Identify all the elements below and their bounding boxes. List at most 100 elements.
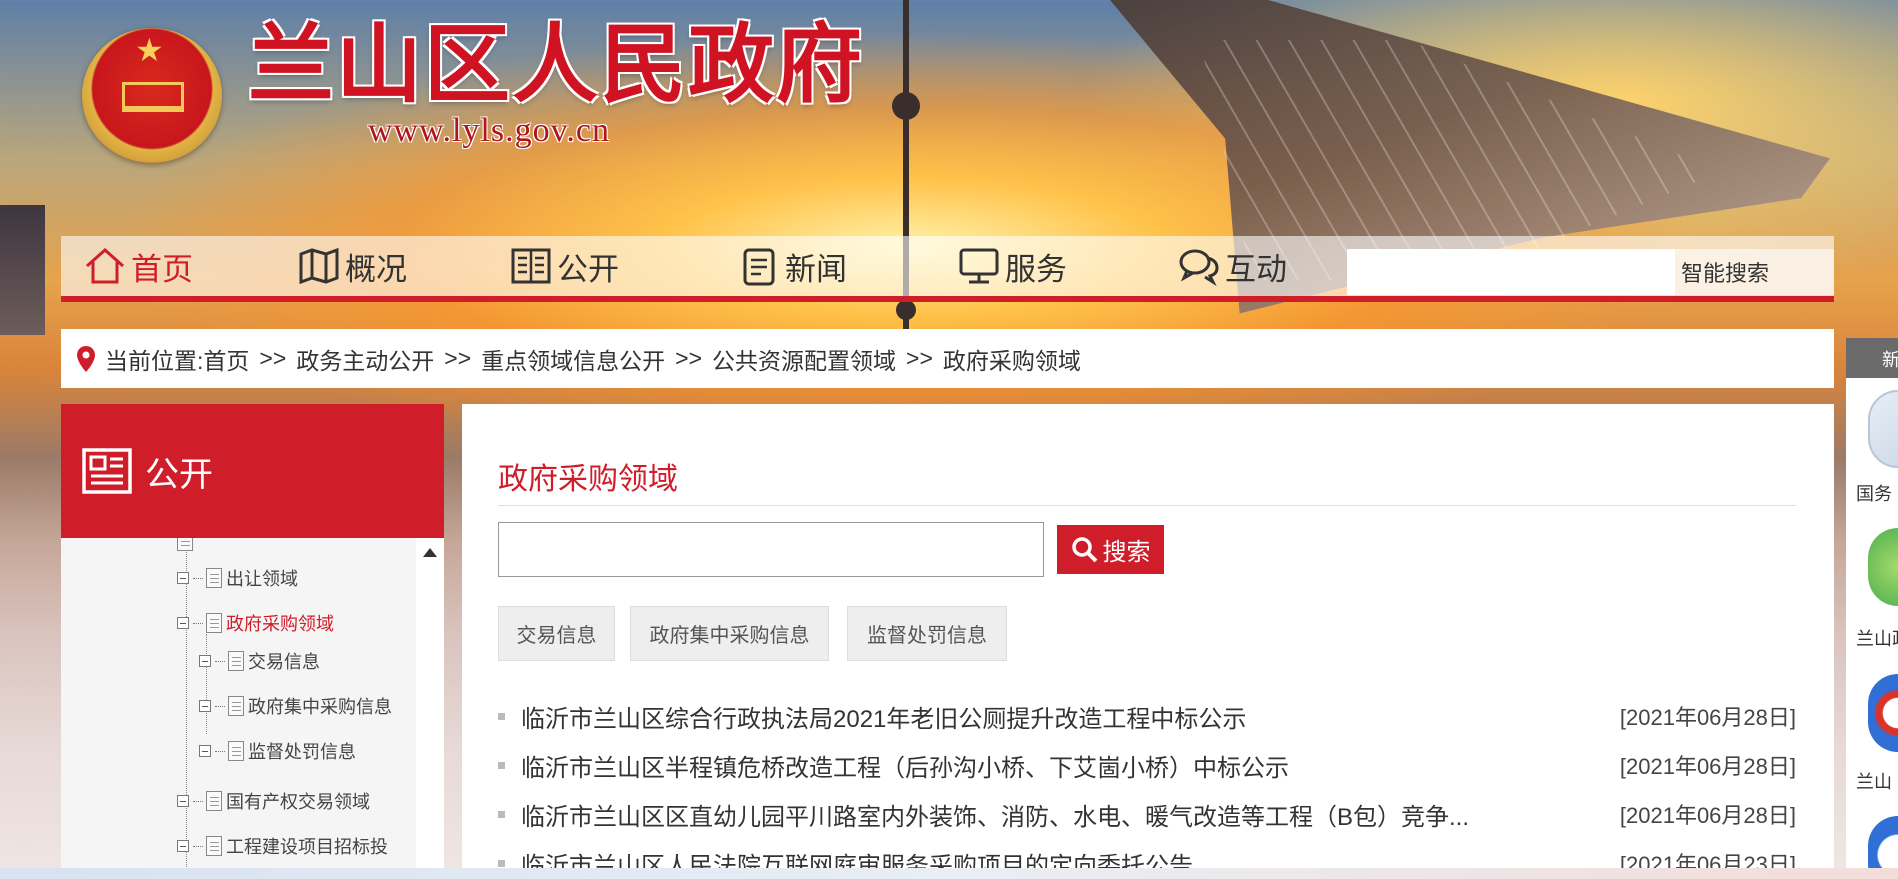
main-nav: 首页 概况 公开 新闻 服务 互动 智能搜索 xyxy=(61,236,1834,302)
category-button-supervision[interactable]: 监督处罚信息 xyxy=(847,606,1007,661)
tree-node-label: 国有产权交易领域 xyxy=(226,792,370,812)
state-council-icon[interactable] xyxy=(1868,390,1898,468)
document-icon xyxy=(228,741,244,761)
breadcrumb-separator: >> xyxy=(906,345,933,371)
document-icon xyxy=(228,651,244,671)
site-url: www.lyls.gov.cn xyxy=(368,112,610,149)
search-button-label: 搜索 xyxy=(1102,539,1151,566)
right-link-label[interactable]: 兰山政 xyxy=(1856,625,1898,651)
right-links-panel: 新 国务 兰山政 兰山 xyxy=(1846,338,1898,879)
tree-node-procurement[interactable]: 政府采购领域 xyxy=(177,608,334,638)
news-date: [2021年06月28日] xyxy=(1619,803,1796,828)
news-date: [2021年06月28日] xyxy=(1619,705,1796,730)
nav-item-home[interactable]: 首页 xyxy=(83,236,193,296)
breadcrumb: 当前位置: 首页 >> 政务主动公开 >> 重点领域信息公开 >> 公共资源配置… xyxy=(61,329,1834,388)
collapse-icon[interactable] xyxy=(199,745,211,757)
collapse-icon[interactable] xyxy=(177,840,189,852)
category-button-transactions[interactable]: 交易信息 xyxy=(498,606,615,661)
tree-node-state-assets[interactable]: 国有产权交易领域 xyxy=(177,786,370,816)
breadcrumb-link-public-resources[interactable]: 公共资源配置领域 xyxy=(712,342,896,376)
tree-node-label: 监督处罚信息 xyxy=(248,742,356,762)
weibo-icon[interactable] xyxy=(1868,674,1898,752)
breadcrumb-separator: >> xyxy=(675,345,703,371)
tree-node-centralized[interactable]: 政府集中采购信息 xyxy=(199,691,392,721)
list-bullet xyxy=(498,810,505,818)
breadcrumb-separator: >> xyxy=(259,345,287,371)
search-input[interactable] xyxy=(498,522,1044,577)
tree-node-label: 政府集中采购信息 xyxy=(248,697,392,717)
right-panel-header: 新 xyxy=(1846,338,1898,378)
emblem-gate-icon xyxy=(122,82,184,112)
right-link-label[interactable]: 兰山 xyxy=(1856,768,1892,794)
tree-node-construction[interactable]: 工程建设项目招标投 xyxy=(177,831,388,861)
tree-node-transfer[interactable]: 出让领域 xyxy=(177,563,298,593)
document-icon xyxy=(177,538,193,551)
book-icon xyxy=(509,244,553,288)
news-title-link[interactable]: 临沂市兰山区综合行政执法局2021年老旧公厕提升改造工程中标公示 xyxy=(521,699,1620,734)
collapse-icon[interactable] xyxy=(177,572,189,584)
document-icon xyxy=(206,613,222,633)
nav-item-label: 互动 xyxy=(1225,251,1287,287)
tree-scrollbar[interactable] xyxy=(416,538,444,879)
document-icon xyxy=(206,568,222,588)
smart-search-button[interactable]: 智能搜索 xyxy=(1675,249,1834,295)
breadcrumb-link-home[interactable]: 首页 xyxy=(203,342,249,376)
document-icon xyxy=(228,696,244,716)
list-bullet xyxy=(498,761,505,769)
collapse-icon[interactable] xyxy=(199,655,211,667)
emblem-star-icon: ★ xyxy=(135,31,164,69)
document-icon xyxy=(206,836,222,856)
site-title[interactable]: 兰山区人民政府 xyxy=(248,22,864,108)
news-title-link[interactable]: 临沂市兰山区半程镇危桥改造工程（后孙沟小桥、下艾崮小桥）中标公示 xyxy=(521,748,1620,783)
bottom-strip-decoration xyxy=(0,868,1898,879)
location-pin-icon xyxy=(75,345,105,373)
collapse-icon[interactable] xyxy=(177,617,189,629)
tree-node-partial xyxy=(177,538,197,556)
city-skyline-decoration xyxy=(0,205,45,335)
monitor-icon xyxy=(957,244,1001,288)
site-search-input[interactable] xyxy=(1347,249,1675,295)
collapse-icon[interactable] xyxy=(177,795,189,807)
breadcrumb-link-key-areas[interactable]: 重点领域信息公开 xyxy=(481,342,665,376)
breadcrumb-link-active-disclosure[interactable]: 政务主动公开 xyxy=(296,342,434,376)
nav-item-label: 首页 xyxy=(131,251,193,287)
nav-item-public[interactable]: 公开 xyxy=(509,236,619,296)
tv-tower-ball-decoration xyxy=(896,300,916,320)
breadcrumb-separator: >> xyxy=(444,345,472,371)
sidebar-title: 公开 xyxy=(145,455,213,494)
tree-node-transactions[interactable]: 交易信息 xyxy=(199,646,320,676)
nav-item-label: 服务 xyxy=(1005,251,1067,287)
tree-node-label: 政府采购领域 xyxy=(226,614,334,634)
right-link-label[interactable]: 国务 xyxy=(1856,480,1892,506)
collapse-icon[interactable] xyxy=(199,700,211,712)
breadcrumb-link-procurement[interactable]: 政府采购领域 xyxy=(943,342,1081,376)
tree-node-supervision[interactable]: 监督处罚信息 xyxy=(199,736,356,766)
home-icon xyxy=(83,244,127,288)
news-title-link[interactable]: 临沂市兰山区区直幼儿园平川路室内外装饰、消防、水电、暖气改造等工程（B包）竞争.… xyxy=(521,797,1620,832)
document-icon xyxy=(206,791,222,811)
page-title: 政府采购领域 xyxy=(498,463,678,496)
tree-node-label: 出让领域 xyxy=(226,569,298,589)
map-icon xyxy=(297,244,341,288)
search-button[interactable]: 搜索 xyxy=(1057,525,1164,574)
search-icon xyxy=(1071,536,1097,562)
title-divider xyxy=(498,505,1796,506)
news-list-item: 临沂市兰山区区直幼儿园平川路室内外装饰、消防、水电、暖气改造等工程（B包）竞争.… xyxy=(498,796,1796,832)
nav-item-news[interactable]: 新闻 xyxy=(737,236,847,296)
list-bullet xyxy=(498,712,505,720)
sidebar-tree: 出让领域 政府采购领域 交易信息 政府集中采购信息 监督处罚信息 国有产权交易领… xyxy=(61,538,444,879)
nav-item-interact[interactable]: 互动 xyxy=(1177,236,1287,296)
nav-item-label: 公开 xyxy=(557,251,619,287)
list-bullet xyxy=(498,859,505,867)
scroll-up-arrow-icon[interactable] xyxy=(423,548,437,557)
news-list-item: 临沂市兰山区半程镇危桥改造工程（后孙沟小桥、下艾崮小桥）中标公示 [2021年0… xyxy=(498,747,1796,783)
nav-item-overview[interactable]: 概况 xyxy=(297,236,407,296)
chat-icon xyxy=(1177,244,1221,288)
tree-node-label: 工程建设项目招标投 xyxy=(226,837,388,857)
wechat-icon[interactable] xyxy=(1868,528,1898,606)
document-icon xyxy=(737,244,781,288)
breadcrumb-prefix: 当前位置: xyxy=(105,347,204,374)
nav-item-service[interactable]: 服务 xyxy=(957,236,1067,296)
nav-item-label: 概况 xyxy=(345,251,407,287)
category-button-centralized[interactable]: 政府集中采购信息 xyxy=(630,606,829,661)
